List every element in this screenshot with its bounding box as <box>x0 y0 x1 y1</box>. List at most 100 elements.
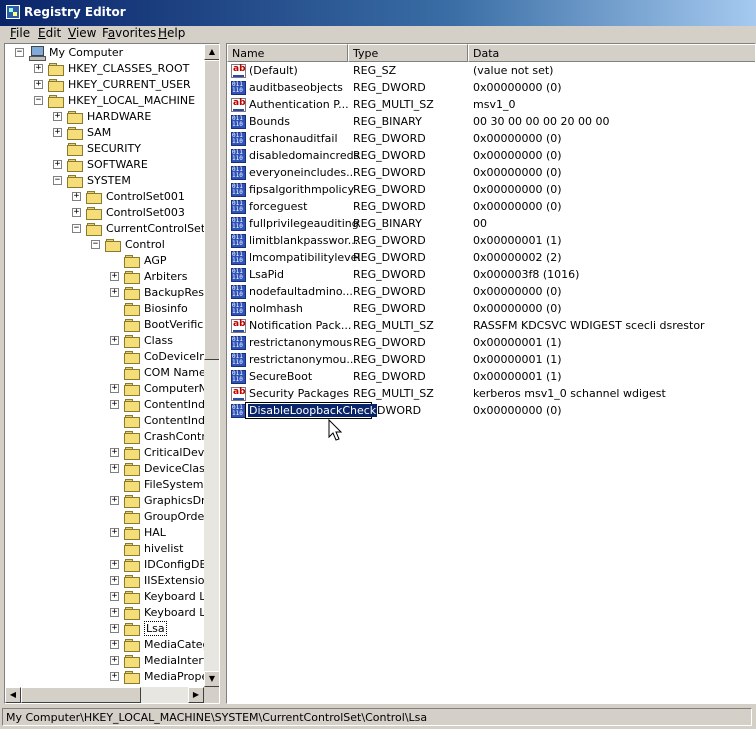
collapse-icon[interactable]: − <box>15 48 24 57</box>
tree-node[interactable]: FileSystem <box>5 477 205 493</box>
tree-node[interactable]: +GraphicsDrivers <box>5 493 219 509</box>
tree-node[interactable]: + HAL <box>5 525 205 541</box>
expand-icon[interactable]: + <box>53 128 62 137</box>
menu-item[interactable]: Favorites <box>102 26 156 40</box>
tree-node[interactable]: hivelist <box>5 541 205 557</box>
expand-icon[interactable]: + <box>110 448 119 457</box>
expand-icon[interactable]: + <box>110 336 119 345</box>
registry-value-row[interactable]: disabledomaincredsREG_DWORD 0x00000000 (0… <box>227 148 755 165</box>
expand-icon[interactable]: + <box>110 672 119 681</box>
expand-icon[interactable]: + <box>110 640 119 649</box>
tree-node[interactable]: + HKEY_CLASSES_ROOT <box>5 61 205 77</box>
tree-node[interactable]: + IISExtensions <box>5 573 217 589</box>
tree-vertical-scrollbar[interactable]: ▲ ▼ <box>204 44 219 687</box>
scroll-right-arrow-icon[interactable]: ▶ <box>188 687 204 703</box>
expand-icon[interactable]: + <box>34 64 43 73</box>
registry-value-row[interactable]: restrictanonymousREG_DWORD 0x00000001 (1) <box>227 335 755 352</box>
tree-node[interactable]: SECURITY <box>5 141 205 157</box>
tree-node[interactable]: BootVerificationProgram <box>5 317 219 333</box>
tree-node[interactable]: +ComputerName <box>5 381 219 397</box>
expand-icon[interactable]: + <box>110 608 119 617</box>
tree-node[interactable]: − My Computer <box>5 45 205 61</box>
tree-node[interactable]: + IDConfigDB <box>5 557 207 573</box>
scroll-down-arrow-icon[interactable]: ▼ <box>204 671 219 687</box>
expand-icon[interactable]: + <box>110 592 119 601</box>
scroll-left-arrow-icon[interactable]: ◀ <box>5 687 21 703</box>
menu-item[interactable]: Edit <box>38 26 61 40</box>
registry-value-row[interactable]: Notification Pack...REG_MULTI_SZ RASSFM K… <box>227 318 755 335</box>
collapse-icon[interactable]: − <box>53 176 62 185</box>
tree-node[interactable]: CoDeviceInstallers <box>5 349 219 365</box>
tree-node[interactable]: ContentIndexCommon <box>5 413 219 429</box>
menu-item[interactable]: View <box>68 26 96 40</box>
registry-value-row[interactable]: Authentication P... REG_MULTI_SZ msv1_0 <box>227 97 755 114</box>
registry-value-row[interactable]: Security Packages REG_MULTI_SZ kerberos ms… <box>227 386 755 403</box>
expand-icon[interactable]: + <box>110 400 119 409</box>
tree-node[interactable]: + Arbiters <box>5 269 205 285</box>
registry-value-row[interactable]: (Default) REG_SZ (value not set) <box>227 63 755 80</box>
tree-hscroll-thumb[interactable] <box>21 687 141 703</box>
tree-node[interactable]: +MediaInterfaces <box>5 653 219 669</box>
tree-node[interactable]: + ControlSet001 <box>5 189 205 205</box>
expand-icon[interactable]: + <box>110 464 119 473</box>
tree-node[interactable]: + DeviceClasses <box>5 461 219 477</box>
scroll-up-arrow-icon[interactable]: ▲ <box>204 44 219 60</box>
expand-icon[interactable]: + <box>110 624 119 633</box>
tree-node[interactable]: − CurrentControlSet <box>5 221 205 237</box>
values-list-pane[interactable]: Name Type Data (Default) REG_SZ (value not… <box>226 43 756 704</box>
tree-node[interactable]: CrashControl <box>5 429 215 445</box>
expand-icon[interactable]: + <box>110 384 119 393</box>
expand-icon[interactable]: + <box>72 208 81 217</box>
expand-icon[interactable]: + <box>110 560 119 569</box>
tree-node[interactable]: +Keyboard Layouts <box>5 605 219 621</box>
registry-value-row[interactable]: forceguest REG_DWORD 0x00000000 (0) <box>227 199 755 216</box>
tree-node[interactable]: + SAM <box>5 125 205 141</box>
tree-horizontal-scrollbar[interactable]: ◀ ▶ <box>5 687 204 703</box>
registry-value-row[interactable]: lmcompatibilitylevelREG_DWORD 0x00000002 … <box>227 250 755 267</box>
menu-item[interactable]: File <box>10 26 30 40</box>
tree-node[interactable]: − SYSTEM <box>5 173 205 189</box>
tree-node[interactable]: + ContentIndex <box>5 397 218 413</box>
registry-value-row[interactable]: SecureBoot REG_DWORD 0x00000001 (1) <box>227 369 755 386</box>
expand-icon[interactable]: + <box>53 160 62 169</box>
expand-icon[interactable]: + <box>110 576 119 585</box>
collapse-icon[interactable]: − <box>91 240 100 249</box>
rename-value-input[interactable]: DisableLoopbackCheck <box>245 402 378 419</box>
tree-pane[interactable]: − My Computer + HKEY_CLASSES_ROOT + HKEY_CURR… <box>4 43 220 704</box>
tree-node[interactable]: + ControlSet003 <box>5 205 205 221</box>
tree-node[interactable]: +CriticalDeviceDatabase <box>5 445 219 461</box>
registry-value-row[interactable]: Bounds REG_BINARY 00 30 00 00 00 20 00 00 <box>227 114 755 131</box>
expand-icon[interactable]: + <box>34 80 43 89</box>
registry-value-row[interactable]: fipsalgorithmpolicyREG_DWORD 0x00000000 (… <box>227 182 755 199</box>
registry-value-row[interactable]: limitblankpasswor...REG_DWORD 0x00000001 … <box>227 233 755 250</box>
collapse-icon[interactable]: − <box>34 96 43 105</box>
expand-icon[interactable]: + <box>110 656 119 665</box>
registry-value-row[interactable]: LsaPid REG_DWORD 0x000003f8 (1016) <box>227 267 755 284</box>
tree-node[interactable]: − Control <box>5 237 205 253</box>
registry-value-row[interactable]: auditbaseobjects REG_DWORD 0x00000000 (0) <box>227 80 755 97</box>
registry-value-row[interactable]: fullprivilegeauditingREG_BINARY 00 <box>227 216 755 233</box>
registry-value-row[interactable]: nolmhash REG_DWORD 0x00000000 (0) <box>227 301 755 318</box>
expand-icon[interactable]: + <box>110 288 119 297</box>
tree-node[interactable]: GroupOrderList <box>5 509 219 525</box>
expand-icon[interactable]: + <box>110 528 119 537</box>
tree-scroll-thumb[interactable] <box>204 60 219 360</box>
expand-icon[interactable]: + <box>53 112 62 121</box>
tree-node[interactable]: + Class <box>5 333 205 349</box>
tree-node[interactable]: Biosinfo <box>5 301 205 317</box>
tree-node[interactable]: + HARDWARE <box>5 109 205 125</box>
expand-icon[interactable]: + <box>72 192 81 201</box>
tree-node[interactable]: + SOFTWARE <box>5 157 205 173</box>
column-header-data[interactable]: Data <box>468 44 755 62</box>
tree-node[interactable]: +MediaProperties <box>5 669 219 685</box>
expand-icon[interactable]: + <box>110 496 119 505</box>
tree-node[interactable]: COM Name Arbiter <box>5 365 219 381</box>
tree-node[interactable]: − HKEY_LOCAL_MACHINE <box>5 93 205 109</box>
tree-node[interactable]: +MediaCategories <box>5 637 219 653</box>
tree-node[interactable]: +Keyboard Layout <box>5 589 219 605</box>
registry-value-row[interactable]: nodefaultadmino...REG_DWORD 0x00000000 (0… <box>227 284 755 301</box>
tree-node[interactable]: AGP <box>5 253 205 269</box>
tree-node[interactable]: + BackupRestore <box>5 285 219 301</box>
tree-node[interactable]: + HKEY_CURRENT_USER <box>5 77 205 93</box>
menu-item[interactable]: Help <box>158 26 185 40</box>
